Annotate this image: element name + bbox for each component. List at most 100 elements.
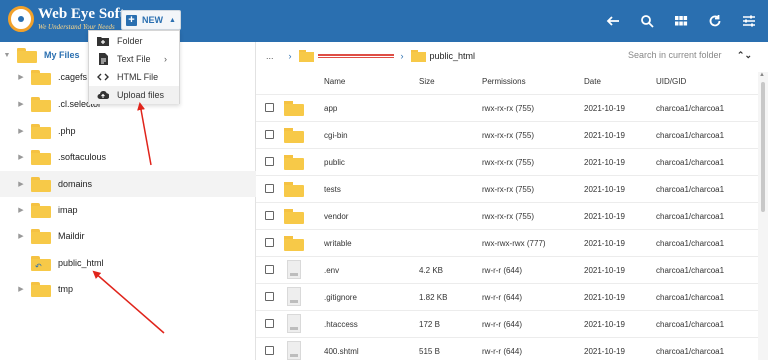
folder-icon bbox=[31, 228, 51, 244]
tree-item[interactable]: ▶ Maildir bbox=[0, 223, 256, 249]
folder-icon bbox=[31, 281, 51, 297]
new-button-label: NEW bbox=[142, 15, 163, 25]
row-checkbox[interactable] bbox=[265, 184, 274, 193]
cell-name[interactable]: .htaccess bbox=[324, 320, 358, 329]
cell-date: 2021-10-19 bbox=[584, 320, 625, 329]
folder-icon bbox=[284, 155, 304, 170]
tree-item[interactable]: ▶ .softaculous bbox=[0, 144, 256, 170]
cell-uid-gid: charcoa1/charcoa1 bbox=[656, 131, 725, 140]
cell-date: 2021-10-19 bbox=[584, 266, 625, 275]
table-row[interactable]: vendor rwx-rx-rx (755) 2021-10-19 charcoa1/… bbox=[256, 202, 758, 229]
redacted-path-segment[interactable] bbox=[317, 54, 394, 58]
folder-icon bbox=[284, 209, 304, 224]
cell-name[interactable]: 400.shtml bbox=[324, 347, 359, 356]
caret-right-icon[interactable]: ▶ bbox=[16, 232, 26, 240]
tree-item-label: public_html bbox=[58, 258, 104, 268]
row-checkbox[interactable] bbox=[265, 292, 274, 301]
folder-icon bbox=[284, 182, 304, 197]
cell-permissions: rwx-rx-rx (755) bbox=[482, 158, 534, 167]
tree-root-label: My Files bbox=[44, 50, 80, 60]
folder-icon bbox=[410, 50, 426, 62]
menu-item-label: Text File bbox=[117, 54, 151, 64]
row-checkbox[interactable] bbox=[265, 211, 274, 220]
table-row[interactable]: tests rwx-rx-rx (755) 2021-10-19 charcoa1/c… bbox=[256, 175, 758, 202]
menu-item-html-file[interactable]: HTML File bbox=[89, 68, 179, 86]
tree-item-label: imap bbox=[58, 205, 78, 215]
scrollbar[interactable]: ▲ bbox=[758, 72, 768, 360]
cell-name[interactable]: tests bbox=[324, 185, 341, 194]
table-row[interactable]: public rwx-rx-rx (755) 2021-10-19 charcoa1/… bbox=[256, 148, 758, 175]
cell-size: 172 B bbox=[419, 320, 440, 329]
caret-right-icon[interactable]: ▶ bbox=[16, 73, 26, 81]
row-checkbox[interactable] bbox=[265, 238, 274, 247]
tree-item[interactable]: ▶ tmp bbox=[0, 276, 256, 302]
scroll-up-icon[interactable]: ▲ bbox=[759, 72, 765, 78]
table-row[interactable]: .htaccess 172 B rw-r-r (644) 2021-10-19 char… bbox=[256, 310, 758, 337]
scroll-thumb[interactable] bbox=[761, 82, 765, 212]
table-row[interactable]: cgi-bin rwx-rx-rx (755) 2021-10-19 charcoa1… bbox=[256, 121, 758, 148]
caret-up-icon: ▲ bbox=[169, 16, 176, 24]
table-row[interactable]: writable rwx-rwx-rwx (777) 2021-10-19 charc… bbox=[256, 229, 758, 256]
row-checkbox[interactable] bbox=[265, 319, 274, 328]
cell-permissions: rwx-rx-rx (755) bbox=[482, 185, 534, 194]
caret-down-icon[interactable]: ▼ bbox=[2, 52, 12, 59]
tree-item[interactable]: ▶ domains bbox=[0, 171, 256, 197]
grid-view-icon[interactable] bbox=[672, 12, 690, 30]
column-header-size[interactable]: Size bbox=[419, 77, 435, 86]
column-header-uid-gid[interactable]: UID/GID bbox=[656, 77, 686, 86]
caret-right-icon[interactable]: ▶ bbox=[16, 153, 26, 161]
breadcrumb-current[interactable]: public_html bbox=[430, 51, 476, 61]
tree-item-label: Maildir bbox=[58, 231, 85, 241]
menu-item-upload-files[interactable]: Upload files bbox=[89, 86, 179, 104]
column-header-name[interactable]: Name bbox=[324, 77, 345, 86]
column-header-date[interactable]: Date bbox=[584, 77, 601, 86]
cell-date: 2021-10-19 bbox=[584, 293, 625, 302]
cell-name[interactable]: public bbox=[324, 158, 345, 167]
settings-sliders-icon[interactable] bbox=[740, 12, 758, 30]
tree-item[interactable]: ▶ imap bbox=[0, 197, 256, 223]
cell-permissions: rwx-rwx-rwx (777) bbox=[482, 239, 546, 248]
tree-item[interactable]: ▶ .php bbox=[0, 118, 256, 144]
row-checkbox[interactable] bbox=[265, 157, 274, 166]
folder-icon bbox=[284, 236, 304, 251]
caret-right-icon[interactable]: ▶ bbox=[16, 127, 26, 135]
cell-name[interactable]: vendor bbox=[324, 212, 348, 221]
cell-name[interactable]: writable bbox=[324, 239, 352, 248]
cell-permissions: rwx-rx-rx (755) bbox=[482, 131, 534, 140]
brand-logo[interactable]: Web Eye Soft We Understand Your Needs bbox=[8, 6, 125, 32]
caret-right-icon[interactable]: ▶ bbox=[16, 100, 26, 108]
cell-name[interactable]: .gitignore bbox=[324, 293, 357, 302]
breadcrumb-ellipsis[interactable]: ... bbox=[266, 51, 274, 61]
menu-item-folder[interactable]: Folder bbox=[89, 32, 179, 50]
table-row[interactable]: 400.shtml 515 B rw-r-r (644) 2021-10-19 char… bbox=[256, 337, 758, 360]
folder-icon bbox=[298, 50, 314, 62]
row-checkbox[interactable] bbox=[265, 346, 274, 355]
row-checkbox[interactable] bbox=[265, 103, 274, 112]
new-button[interactable]: + NEW ▲ bbox=[121, 10, 181, 30]
search-icon[interactable] bbox=[638, 12, 656, 30]
refresh-icon[interactable] bbox=[706, 12, 724, 30]
cell-name[interactable]: app bbox=[324, 104, 337, 113]
cell-uid-gid: charcoa1/charcoa1 bbox=[656, 266, 725, 275]
menu-item-text-file[interactable]: Text File › bbox=[89, 50, 179, 68]
brand-name: Web Eye Soft bbox=[38, 6, 125, 22]
table-row[interactable]: .env 4.2 KB rw-r-r (644) 2021-10-19 charcoa1… bbox=[256, 256, 758, 283]
row-checkbox[interactable] bbox=[265, 130, 274, 139]
tree-item[interactable]: ↶ public_html bbox=[0, 250, 256, 276]
collapse-icon[interactable]: ⌃⌄ bbox=[737, 50, 752, 61]
tree-item-label: domains bbox=[58, 179, 93, 189]
file-icon bbox=[287, 260, 301, 279]
folder-icon bbox=[284, 128, 304, 143]
caret-right-icon[interactable]: ▶ bbox=[16, 180, 26, 188]
back-arrow-icon[interactable] bbox=[604, 12, 622, 30]
cell-name[interactable]: .env bbox=[324, 266, 339, 275]
column-header-permissions[interactable]: Permissions bbox=[482, 77, 526, 86]
caret-right-icon[interactable]: ▶ bbox=[16, 206, 26, 214]
row-checkbox[interactable] bbox=[265, 265, 274, 274]
table-row[interactable]: .gitignore 1.82 KB rw-r-r (644) 2021-10-19 c… bbox=[256, 283, 758, 310]
cell-permissions: rwx-rx-rx (755) bbox=[482, 212, 534, 221]
cell-name[interactable]: cgi-bin bbox=[324, 131, 348, 140]
caret-right-icon[interactable]: ▶ bbox=[16, 285, 26, 293]
table-row[interactable]: app rwx-rx-rx (755) 2021-10-19 charcoa1/cha… bbox=[256, 94, 758, 121]
search-input[interactable]: Search in current folder bbox=[628, 50, 728, 60]
